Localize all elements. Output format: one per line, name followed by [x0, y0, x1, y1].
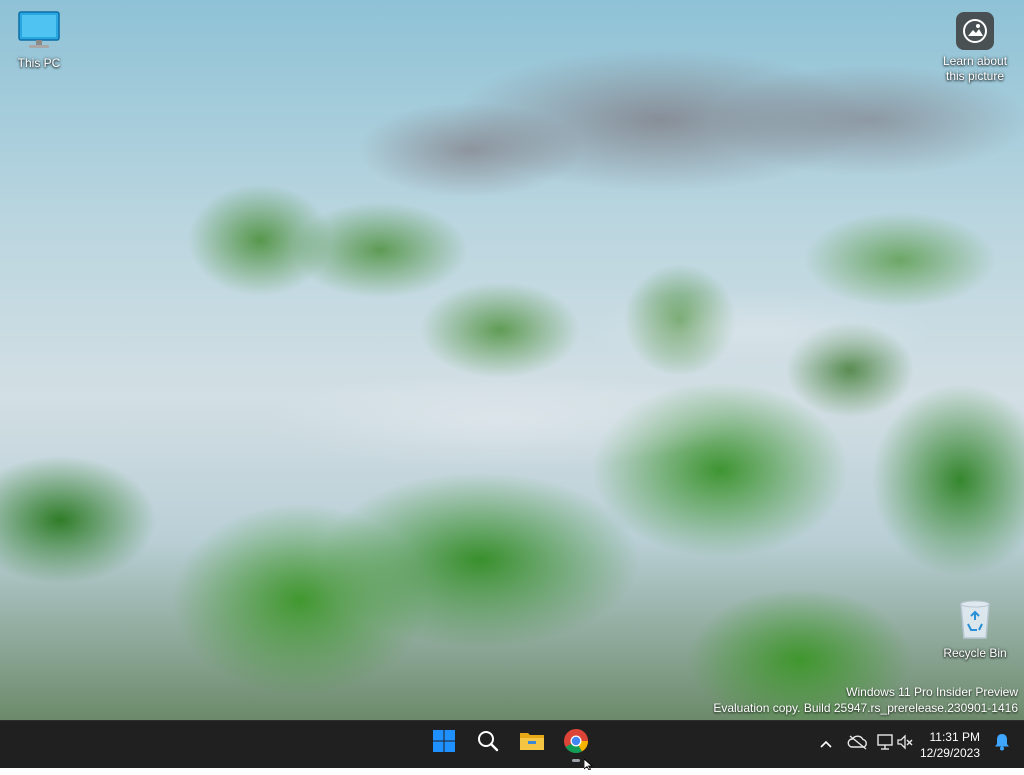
desktop-icon-learn-about-picture[interactable]: Learn about this picture	[936, 12, 1014, 84]
taskbar-pinned-apps	[424, 723, 596, 763]
network-volume-button[interactable]	[876, 727, 914, 763]
notifications-button[interactable]	[988, 727, 1016, 763]
start-button[interactable]	[424, 723, 464, 763]
desktop-background: This PC Learn about this picture Recycle…	[0, 0, 1024, 720]
watermark-edition: Windows 11 Pro Insider Preview	[846, 685, 1018, 699]
search-button[interactable]	[468, 723, 508, 763]
watermark-build: Evaluation copy. Build 25947.rs_prerelea…	[713, 701, 1018, 715]
this-pc-label: This PC	[17, 56, 61, 70]
learn-label-line2: this picture	[945, 69, 1005, 83]
taskbar-clock[interactable]: 11:31 PM 12/29/2023	[916, 729, 986, 761]
monitor-icon	[0, 10, 78, 54]
folder-icon	[519, 729, 545, 758]
desktop-icon-recycle-bin[interactable]: Recycle Bin	[936, 598, 1014, 661]
show-hidden-icons-button[interactable]	[812, 727, 840, 763]
network-icon	[876, 733, 896, 756]
taskbar: 11:31 PM 12/29/2023	[0, 720, 1024, 768]
windows-logo-icon	[432, 729, 456, 758]
system-tray: 11:31 PM 12/29/2023	[810, 721, 1024, 768]
evaluation-watermark: Windows 11 Pro Insider Preview Evaluatio…	[713, 684, 1018, 716]
mouse-cursor-icon	[583, 757, 594, 775]
recycle-bin-label: Recycle Bin	[943, 646, 1007, 660]
camera-icon	[956, 12, 994, 50]
chevron-up-icon	[819, 736, 833, 754]
desktop-icon-this-pc[interactable]: This PC	[0, 10, 78, 71]
clock-date: 12/29/2023	[919, 745, 980, 760]
clock-time: 11:31 PM	[929, 729, 980, 744]
recycle-bin-icon	[936, 598, 1014, 644]
learn-label-line1: Learn about	[942, 54, 1008, 68]
cloud-offline-icon	[847, 734, 869, 755]
volume-muted-icon	[896, 733, 914, 756]
chrome-icon	[563, 728, 589, 759]
wallpaper-mist	[0, 0, 1024, 720]
search-icon	[476, 729, 500, 758]
bell-icon	[994, 733, 1010, 756]
file-explorer-button[interactable]	[512, 723, 552, 763]
onedrive-tray-button[interactable]	[844, 727, 872, 763]
